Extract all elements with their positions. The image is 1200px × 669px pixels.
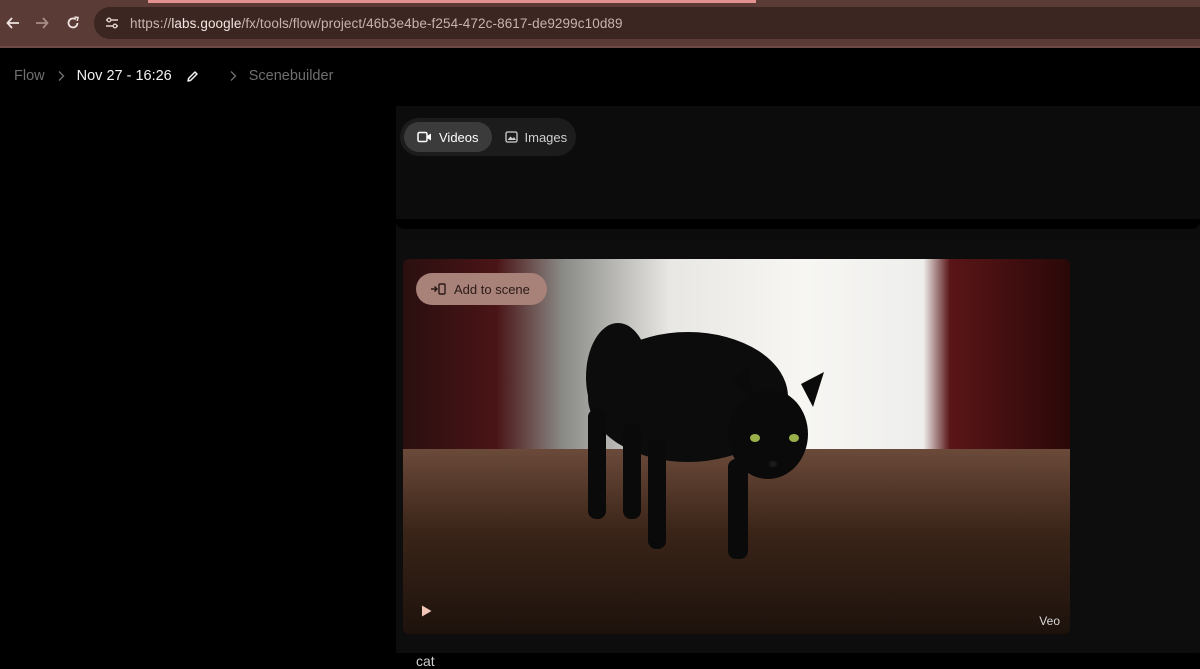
site-info-button[interactable] xyxy=(98,9,126,37)
url-path: /fx/tools/flow/project/46b3e4be-f254-472… xyxy=(241,15,623,31)
videos-tab[interactable]: Videos xyxy=(404,122,492,152)
play-icon xyxy=(422,605,432,617)
arrow-right-icon xyxy=(36,17,49,29)
back-button[interactable] xyxy=(2,12,24,34)
image-icon xyxy=(504,131,518,143)
images-tab-label: Images xyxy=(524,129,568,145)
edit-title-button[interactable] xyxy=(186,70,199,83)
images-tab[interactable]: Images xyxy=(492,122,581,152)
address-bar[interactable]: https://labs.google/fx/tools/flow/projec… xyxy=(94,7,1200,39)
forward-button[interactable] xyxy=(31,12,53,34)
url-prefix: https:// xyxy=(130,15,172,31)
pencil-icon xyxy=(187,70,198,82)
add-to-scene-label: Add to scene xyxy=(454,281,530,297)
url-domain: labs.google xyxy=(171,15,242,31)
page-content: Flow Nov 27 - 16:26 Scenebuilder Videos … xyxy=(0,48,1200,669)
loading-bar xyxy=(148,0,756,3)
browser-toolbar: https://labs.google/fx/tools/flow/projec… xyxy=(0,0,1200,48)
tune-icon xyxy=(106,17,118,29)
video-thumbnail[interactable]: Add to scene Veo xyxy=(403,259,1070,634)
breadcrumb-project-title[interactable]: Nov 27 - 16:26 xyxy=(77,68,172,84)
video-prompt-caption: cat xyxy=(416,653,435,669)
video-camera-icon xyxy=(417,131,431,143)
veo-badge: Veo xyxy=(1039,614,1060,628)
breadcrumb-flow-link[interactable]: Flow xyxy=(14,68,45,84)
breadcrumb-scenebuilder[interactable]: Scenebuilder xyxy=(249,68,334,84)
reload-icon xyxy=(67,16,79,29)
media-panel: Videos Images Add to scene Veo cat xyxy=(396,106,1200,669)
chevron-right-icon xyxy=(229,70,237,82)
play-button[interactable] xyxy=(421,604,432,622)
reload-button[interactable] xyxy=(62,12,84,34)
url-text: https://labs.google/fx/tools/flow/projec… xyxy=(130,16,623,31)
arrow-left-icon xyxy=(6,17,19,29)
media-type-toggle: Videos Images xyxy=(400,118,576,156)
videos-tab-label: Videos xyxy=(439,129,479,145)
chevron-right-icon xyxy=(57,70,65,82)
add-to-scene-button[interactable]: Add to scene xyxy=(416,273,547,305)
black-cat-image xyxy=(586,323,824,559)
panel-divider xyxy=(396,219,1200,229)
video-card: Add to scene Veo cat xyxy=(396,241,1200,669)
add-to-scene-icon xyxy=(431,283,446,295)
breadcrumb: Flow Nov 27 - 16:26 Scenebuilder xyxy=(14,68,333,84)
